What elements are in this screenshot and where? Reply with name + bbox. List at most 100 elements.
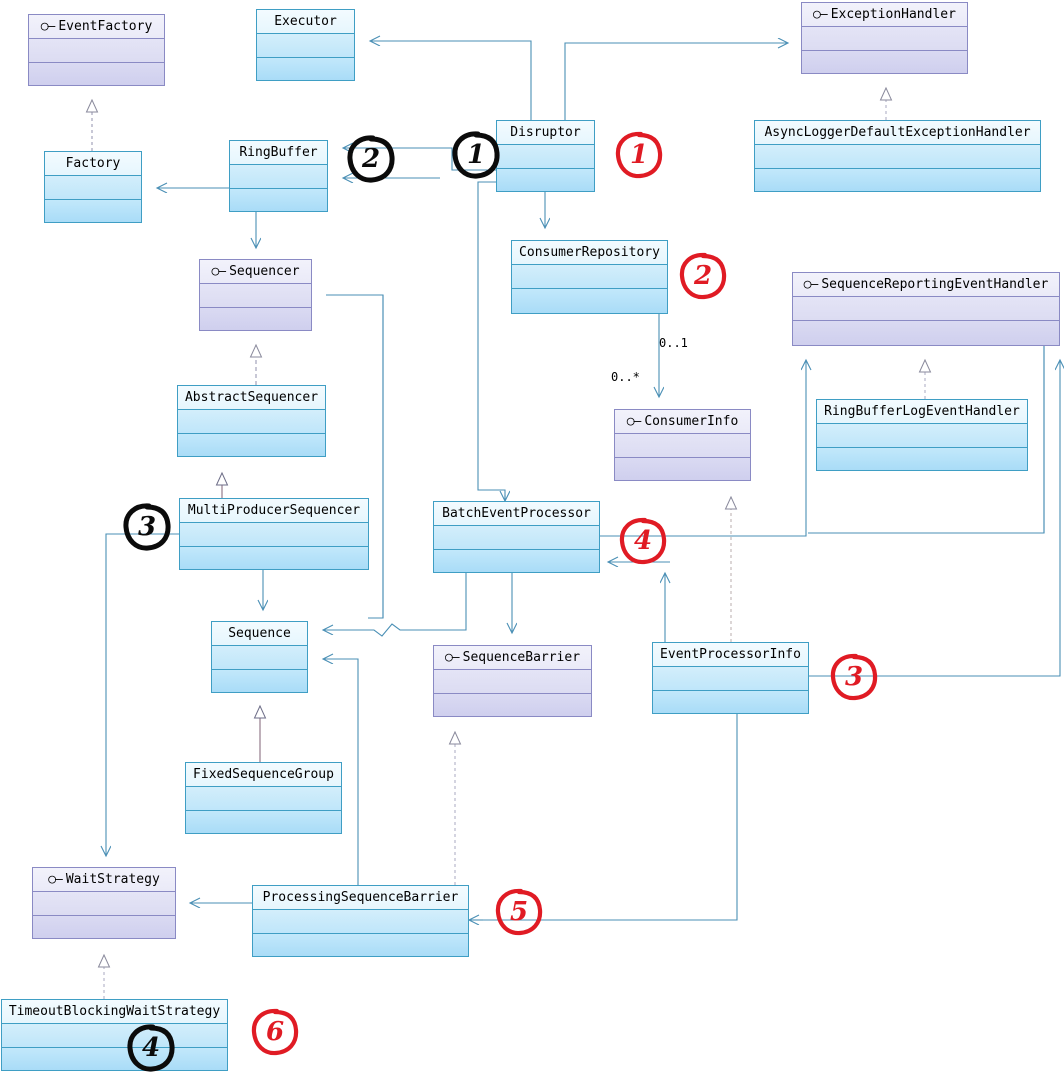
uml-attributes-compartment xyxy=(186,787,341,811)
interface-circle-icon: ○– xyxy=(48,872,63,887)
annotation-number: 4 xyxy=(141,1033,161,1063)
uml-operations-compartment xyxy=(802,51,967,73)
uml-node-title: Factory xyxy=(45,152,141,176)
uml-node-title: TimeoutBlockingWaitStrategy xyxy=(2,1000,227,1024)
uml-attributes-compartment xyxy=(257,34,354,58)
uml-node-title: Sequence xyxy=(212,622,307,646)
uml-node-label: SequenceReportingEventHandler xyxy=(821,277,1049,292)
uml-node-eventfactory[interactable]: ○– EventFactory xyxy=(28,14,165,86)
interface-circle-icon: ○– xyxy=(444,650,460,665)
uml-node-title: EventProcessorInfo xyxy=(653,643,808,667)
uml-attributes-compartment xyxy=(180,523,368,547)
uml-attributes-compartment xyxy=(817,424,1027,448)
interface-circle-icon: ○– xyxy=(813,7,828,22)
uml-node-ringbuffer[interactable]: RingBuffer xyxy=(229,140,328,212)
uml-node-timeoutwait[interactable]: TimeoutBlockingWaitStrategy xyxy=(1,999,228,1071)
annotation-number: 1 xyxy=(629,140,649,170)
uml-node-fixedseqgroup[interactable]: FixedSequenceGroup xyxy=(185,762,342,834)
uml-node-label: ConsumerRepository xyxy=(519,245,660,260)
uml-operations-compartment xyxy=(45,200,141,222)
annotation-marker-ann-black-4: 4 xyxy=(124,1021,178,1073)
uml-attributes-compartment xyxy=(253,910,468,934)
uml-attributes-compartment xyxy=(2,1024,227,1048)
annotation-marker-ann-red-5: 5 xyxy=(492,885,546,939)
uml-node-exceptionhandler[interactable]: ○– ExceptionHandler xyxy=(801,2,968,74)
uml-node-label: SequenceBarrier xyxy=(462,650,581,665)
uml-node-label: FixedSequenceGroup xyxy=(193,767,334,782)
uml-node-label: Disruptor xyxy=(510,125,581,140)
annotation-number: 6 xyxy=(265,1017,285,1047)
uml-node-label: RingBufferLogEventHandler xyxy=(824,404,1020,419)
uml-node-title: ○– ConsumerInfo xyxy=(615,410,750,434)
uml-node-disruptor[interactable]: Disruptor xyxy=(496,120,595,192)
uml-node-label: ConsumerInfo xyxy=(644,414,739,429)
uml-node-seqbarrier[interactable]: ○– SequenceBarrier xyxy=(433,645,592,717)
uml-node-title: ○– SequenceBarrier xyxy=(434,646,591,670)
uml-operations-compartment xyxy=(257,58,354,80)
uml-operations-compartment xyxy=(186,811,341,833)
uml-node-title: RingBufferLogEventHandler xyxy=(817,400,1027,424)
uml-node-waitstrategy[interactable]: ○– WaitStrategy xyxy=(32,867,176,939)
uml-node-factory[interactable]: Factory xyxy=(44,151,142,223)
uml-operations-compartment xyxy=(33,916,175,938)
uml-attributes-compartment xyxy=(200,284,311,308)
annotation-number: 1 xyxy=(466,140,486,170)
annotation-marker-ann-red-2: 2 xyxy=(676,249,730,303)
uml-attributes-compartment xyxy=(497,145,594,169)
uml-attributes-compartment xyxy=(33,892,175,916)
uml-node-label: MultiProducerSequencer xyxy=(187,503,361,518)
uml-node-batchevent[interactable]: BatchEventProcessor xyxy=(433,501,600,573)
uml-node-asynclogger[interactable]: AsyncLoggerDefaultExceptionHandler xyxy=(754,120,1041,192)
uml-node-label: EventProcessorInfo xyxy=(660,647,801,662)
multiplicity-label-mult-0-1: 0..1 xyxy=(659,336,688,350)
uml-operations-compartment xyxy=(653,691,808,713)
uml-node-label: BatchEventProcessor xyxy=(442,506,591,521)
uml-operations-compartment xyxy=(230,189,327,211)
uml-node-procseqbarrier[interactable]: ProcessingSequenceBarrier xyxy=(252,885,469,957)
uml-operations-compartment xyxy=(200,308,311,330)
uml-node-label: AbstractSequencer xyxy=(184,390,319,405)
uml-node-title: Disruptor xyxy=(497,121,594,145)
uml-node-title: ○– ExceptionHandler xyxy=(802,3,967,27)
uml-attributes-compartment xyxy=(45,176,141,200)
uml-node-multiproducer[interactable]: MultiProducerSequencer xyxy=(179,498,369,570)
uml-node-sequencer[interactable]: ○– Sequencer xyxy=(199,259,312,331)
uml-operations-compartment xyxy=(755,169,1040,191)
uml-node-title: Executor xyxy=(257,10,354,34)
uml-attributes-compartment xyxy=(434,670,591,694)
uml-attributes-compartment xyxy=(512,265,667,289)
uml-node-label: EventFactory xyxy=(58,19,153,34)
uml-node-consumerrepo[interactable]: ConsumerRepository xyxy=(511,240,668,314)
uml-node-executor[interactable]: Executor xyxy=(256,9,355,81)
uml-node-label: TimeoutBlockingWaitStrategy xyxy=(8,1004,221,1019)
uml-operations-compartment xyxy=(2,1048,227,1070)
uml-node-consumerinfo[interactable]: ○– ConsumerInfo xyxy=(614,409,751,481)
uml-attributes-compartment xyxy=(230,165,327,189)
uml-class-diagram-canvas: ○– EventFactory Executor ○– ExceptionHandler… xyxy=(0,0,1064,1073)
uml-attributes-compartment xyxy=(434,526,599,550)
annotation-number: 2 xyxy=(361,144,381,174)
uml-operations-compartment xyxy=(817,448,1027,470)
annotation-number: 3 xyxy=(137,512,157,542)
uml-attributes-compartment xyxy=(793,297,1059,321)
uml-operations-compartment xyxy=(434,694,591,716)
uml-node-title: ConsumerRepository xyxy=(512,241,667,265)
annotation-marker-ann-red-6: 6 xyxy=(248,1005,302,1059)
annotation-marker-ann-black-1: 1 xyxy=(449,128,503,182)
uml-node-title: ○– WaitStrategy xyxy=(33,868,175,892)
uml-attributes-compartment xyxy=(178,410,325,434)
uml-node-label: WaitStrategy xyxy=(65,872,160,887)
uml-attributes-compartment xyxy=(802,27,967,51)
annotation-marker-ann-red-3: 3 xyxy=(827,650,881,704)
uml-attributes-compartment xyxy=(653,667,808,691)
uml-node-seqreporting[interactable]: ○– SequenceReportingEventHandler xyxy=(792,272,1060,346)
uml-node-sequence[interactable]: Sequence xyxy=(211,621,308,693)
annotation-number: 4 xyxy=(633,526,653,556)
uml-node-label: Executor xyxy=(274,14,337,29)
annotation-marker-ann-black-2: 2 xyxy=(344,132,398,186)
annotation-marker-ann-red-1: 1 xyxy=(612,128,666,182)
uml-node-abstractseq[interactable]: AbstractSequencer xyxy=(177,385,326,457)
uml-operations-compartment xyxy=(180,547,368,569)
uml-node-ringbufferlog[interactable]: RingBufferLogEventHandler xyxy=(816,399,1028,471)
uml-node-eventprocinfo[interactable]: EventProcessorInfo xyxy=(652,642,809,714)
